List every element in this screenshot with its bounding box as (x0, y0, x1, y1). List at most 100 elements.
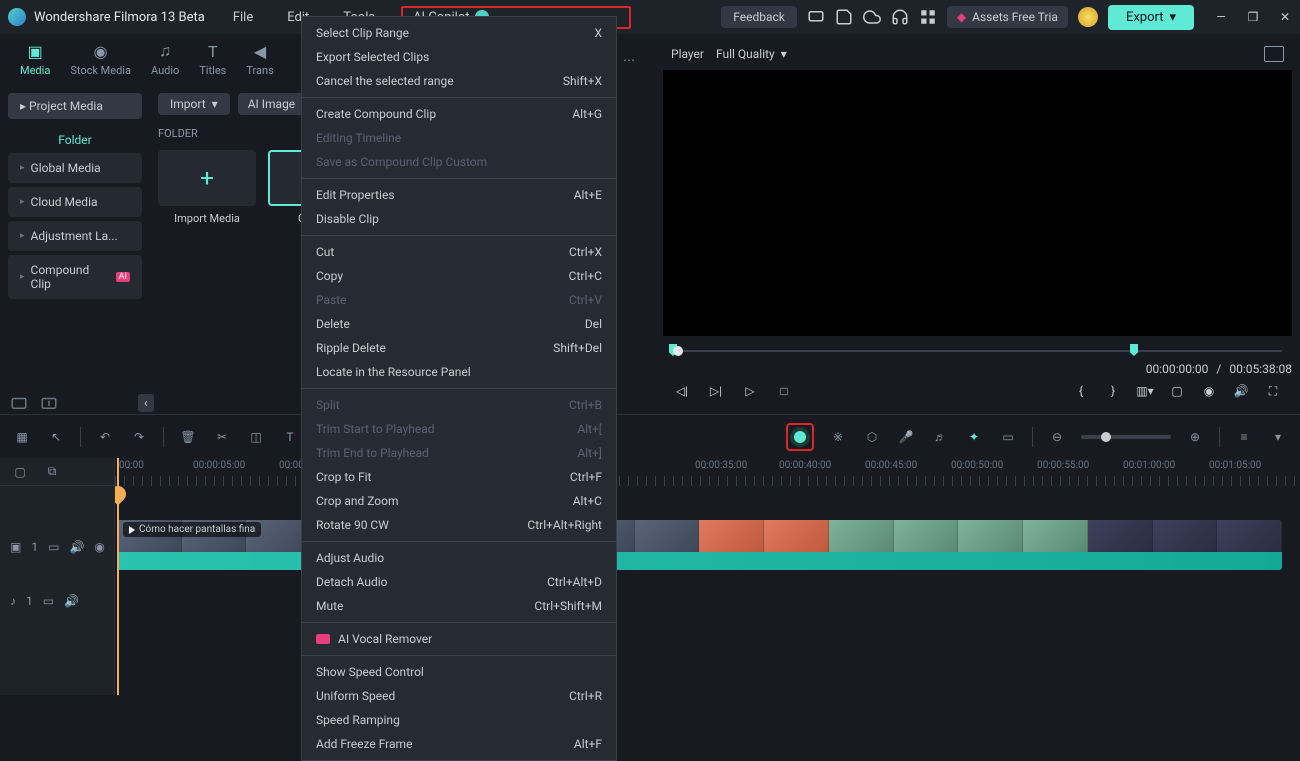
collapse-sidebar-button[interactable]: ‹ (138, 394, 154, 412)
prev-frame-icon[interactable]: ◁| (673, 382, 691, 400)
export-button[interactable]: Export ▾ (1108, 5, 1194, 30)
ctx-detach-audio[interactable]: Detach AudioCtrl+Alt+D (302, 570, 616, 594)
video-track-header[interactable]: ▣1 ▭ 🔊 ◉ (0, 520, 114, 574)
import-dropdown[interactable]: Import ▾ (158, 93, 230, 115)
out-marker-icon[interactable] (1130, 344, 1138, 356)
ctx-ai-vocal-remover[interactable]: AI Vocal Remover (302, 627, 616, 651)
timeline-tracks[interactable]: 00:00 00:00:05:00 00:00:10:00 00:00:35:0… (115, 458, 1300, 695)
playhead-dot[interactable] (673, 346, 683, 356)
preview-scrubber[interactable] (663, 348, 1292, 354)
play-pause-icon[interactable]: ▷| (707, 382, 725, 400)
headphone-icon[interactable] (891, 8, 909, 26)
ctx-disable-clip[interactable]: Disable Clip (302, 207, 616, 231)
ctx-crop-to-fit[interactable]: Crop to FitCtrl+F (302, 465, 616, 489)
quality-selector[interactable]: Full Quality ▾ (716, 47, 787, 61)
assets-button[interactable]: ◆ Assets Free Tria (947, 6, 1068, 28)
ctx-uniform-speed[interactable]: Uniform SpeedCtrl+R (302, 684, 616, 708)
ctx-create-compound-clip[interactable]: Create Compound ClipAlt+G (302, 102, 616, 126)
playhead[interactable] (117, 458, 119, 695)
tab-transitions[interactable]: ◀ Trans (246, 42, 273, 77)
mute-icon[interactable]: 🔊 (69, 540, 84, 554)
fullscreen-icon[interactable]: ⛶ (1264, 382, 1282, 400)
brace-open-icon[interactable]: { (1072, 382, 1090, 400)
ctx-rotate-90-cw[interactable]: Rotate 90 CWCtrl+Alt+Right (302, 513, 616, 537)
eye-icon[interactable]: ◉ (94, 540, 104, 554)
ctx-ripple-delete[interactable]: Ripple DeleteShift+Del (302, 336, 616, 360)
cloud-icon[interactable] (863, 8, 881, 26)
display-icon[interactable]: ▢ (1168, 382, 1186, 400)
crop-icon[interactable]: ◫ (246, 427, 266, 447)
close-icon[interactable]: ✕ (1278, 10, 1292, 24)
link-icon[interactable]: ⧉ (42, 462, 62, 482)
shield-icon[interactable]: ⬡ (862, 427, 882, 447)
sparkle-icon[interactable]: ✦ (964, 427, 984, 447)
mute-icon[interactable]: 🔊 (64, 594, 79, 608)
redo-icon[interactable]: ↷ (129, 427, 149, 447)
marker-icon[interactable]: ▭ (998, 427, 1018, 447)
ctx-add-freeze-frame[interactable]: Add Freeze FrameAlt+F (302, 732, 616, 756)
pointer-icon[interactable]: ↖ (46, 427, 66, 447)
ctx-crop-and-zoom[interactable]: Crop and ZoomAlt+C (302, 489, 616, 513)
chevron-down-icon[interactable]: ▾ (1268, 427, 1288, 447)
sidebar-compound-clip[interactable]: ▸Compound ClipAI (8, 255, 142, 299)
volume-icon[interactable]: 🔊 (1232, 382, 1250, 400)
ai-copilot-timeline-button[interactable] (786, 423, 814, 451)
sidebar-project-media[interactable]: ▸ Project Media (8, 93, 142, 119)
ctx-show-speed-control[interactable]: Show Speed Control (302, 660, 616, 684)
ctx-cut[interactable]: CutCtrl+X (302, 240, 616, 264)
import-media-card[interactable]: + Import Media (158, 150, 256, 225)
timeline-ruler[interactable]: 00:00 00:00:05:00 00:00:10:00 00:00:35:0… (115, 458, 1300, 486)
snapshot-icon[interactable] (1264, 46, 1284, 62)
sidebar-adjustment-layer[interactable]: ▸Adjustment La... (8, 221, 142, 251)
ctx-speed-ramping[interactable]: Speed Ramping (302, 708, 616, 732)
ctx-delete[interactable]: DeleteDel (302, 312, 616, 336)
maximize-icon[interactable]: ❐ (1246, 10, 1260, 24)
minimize-icon[interactable]: — (1214, 10, 1228, 24)
mic-icon[interactable]: 🎤 (896, 427, 916, 447)
user-avatar[interactable] (1078, 7, 1098, 27)
ctx-edit-properties[interactable]: Edit PropertiesAlt+E (302, 183, 616, 207)
brace-close-icon[interactable]: } (1104, 382, 1122, 400)
screen-record-icon[interactable] (807, 8, 825, 26)
ctx-adjust-audio[interactable]: Adjust Audio (302, 546, 616, 570)
split-icon[interactable]: ✂ (212, 427, 232, 447)
delete-icon[interactable]: 🗑 (178, 427, 198, 447)
video-track[interactable]: Cómo hacer pantallas fina (117, 520, 1300, 570)
feedback-button[interactable]: Feedback (721, 6, 797, 28)
zoom-slider[interactable] (1081, 435, 1171, 439)
audio-track-header[interactable]: ♪1 ▭ 🔊 (0, 574, 114, 628)
camera-icon[interactable]: ◉ (1200, 382, 1218, 400)
zoom-out-icon[interactable]: ⊖ (1047, 427, 1067, 447)
new-bin-icon[interactable] (40, 394, 58, 412)
menu-file[interactable]: File (225, 6, 261, 29)
tab-media[interactable]: ▣ Media (20, 42, 50, 77)
apps-icon[interactable] (919, 8, 937, 26)
ctx-locate-resource-panel[interactable]: Locate in the Resource Panel (302, 360, 616, 384)
color-icon[interactable]: ※ (828, 427, 848, 447)
zoom-in-icon[interactable]: ⊕ (1185, 427, 1205, 447)
sidebar-global-media[interactable]: ▸Global Media (8, 153, 142, 183)
music-icon[interactable]: ♬ (930, 427, 950, 447)
timeline-settings-icon[interactable]: ▢ (10, 462, 30, 482)
ctx-copy[interactable]: CopyCtrl+C (302, 264, 616, 288)
ctx-export-selected-clips[interactable]: Export Selected Clips (302, 45, 616, 69)
video-clip[interactable]: Cómo hacer pantallas fina (117, 520, 1282, 570)
play-icon[interactable]: ▷ (741, 382, 759, 400)
sidebar-folder-tab[interactable]: Folder (8, 127, 142, 153)
ctx-mute[interactable]: MuteCtrl+Shift+M (302, 594, 616, 618)
tab-stock-media[interactable]: ◉ Stock Media (70, 42, 131, 77)
tab-titles[interactable]: T Titles (199, 42, 226, 77)
aspect-icon[interactable]: ▥▾ (1136, 382, 1154, 400)
new-folder-icon[interactable] (10, 394, 28, 412)
lock-icon[interactable]: ▭ (48, 540, 59, 554)
list-icon[interactable]: ≡ (1234, 427, 1254, 447)
grid-icon[interactable]: ▦ (12, 427, 32, 447)
sidebar-cloud-media[interactable]: ▸Cloud Media (8, 187, 142, 217)
text-icon[interactable]: T (280, 427, 300, 447)
ctx-select-clip-range[interactable]: Select Clip RangeX (302, 21, 616, 45)
more-icon[interactable]: ⋯ (623, 53, 635, 67)
lock-icon[interactable]: ▭ (43, 594, 54, 608)
undo-icon[interactable]: ↶ (95, 427, 115, 447)
save-icon[interactable] (835, 8, 853, 26)
tab-audio[interactable]: ♫ Audio (151, 42, 179, 77)
